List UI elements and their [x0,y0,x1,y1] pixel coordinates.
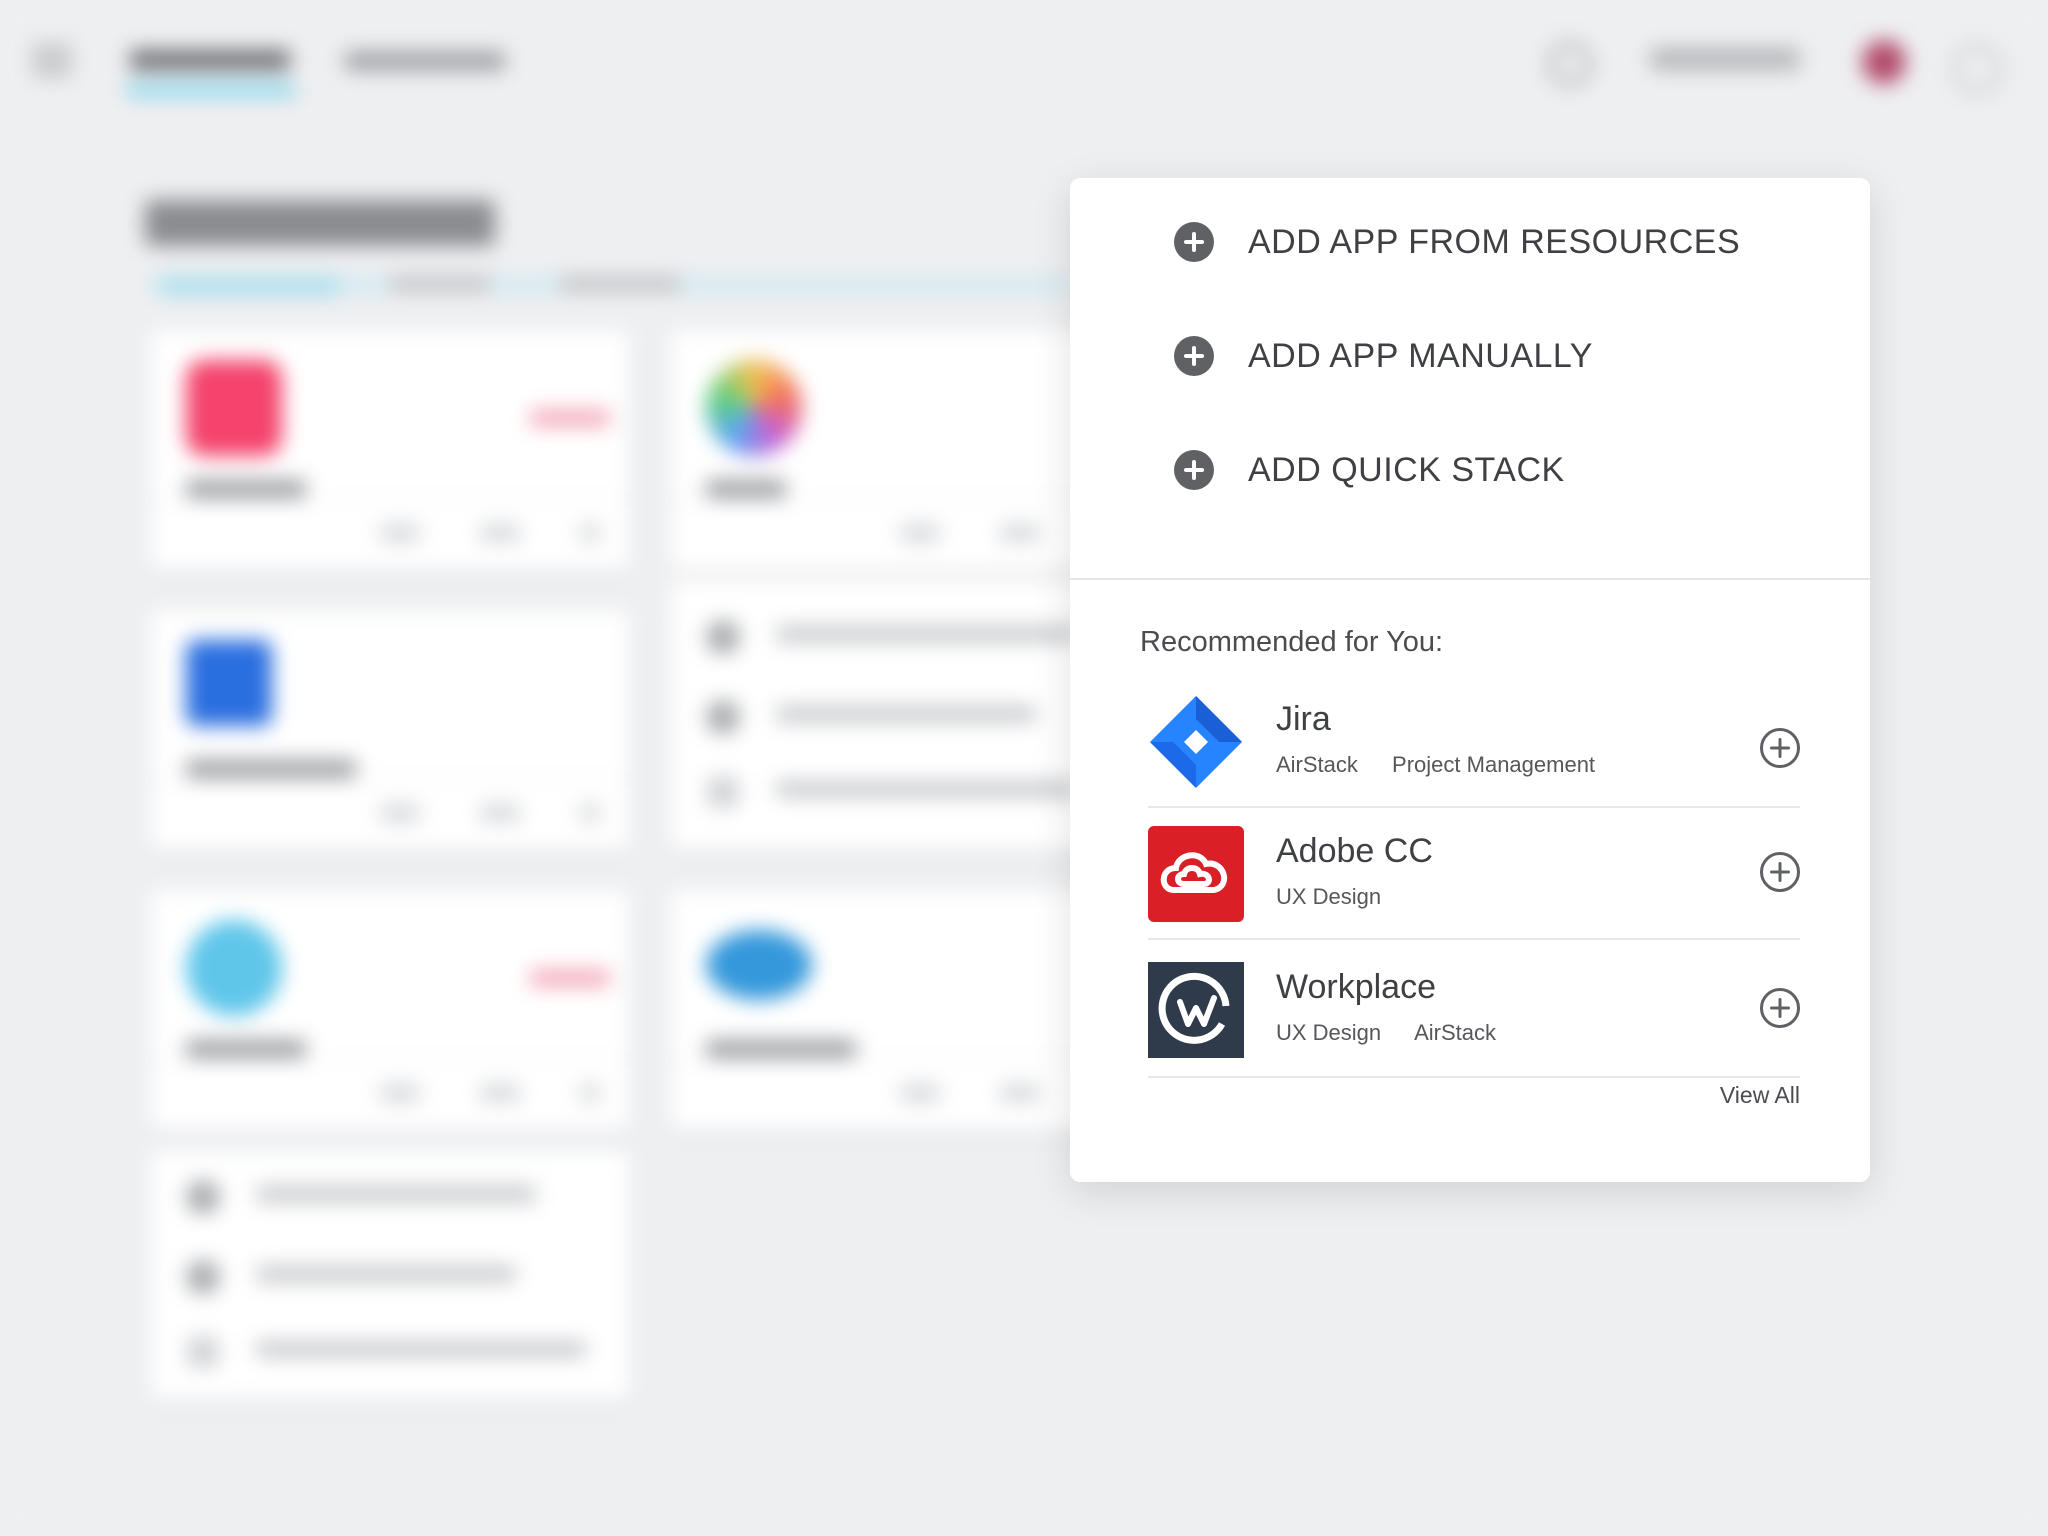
add-workplace-button[interactable] [1760,988,1800,1028]
app-card-footer [150,778,630,850]
app-card-footer [150,1058,630,1130]
app-name: Workplace [1276,968,1436,1006]
list-item [706,775,1126,809]
workplace-logo-icon [1148,962,1244,1058]
add-quick-stack-button[interactable]: ADD QUICK STACK [1174,440,1814,500]
adobe-cc-logo-icon [1148,826,1244,922]
jira-logo-icon [1148,694,1244,790]
app-card-footer [150,498,630,570]
nav-tab[interactable] [345,52,505,70]
status-badge [530,410,610,426]
add-app-manually-button[interactable]: ADD APP MANUALLY [1174,326,1814,386]
action-label: ADD APP MANUALLY [1248,336,1593,375]
avatar[interactable] [1862,40,1906,84]
action-label: ADD QUICK STACK [1248,450,1565,489]
recommended-app-workplace: Workplace UX Design AirStack [1148,962,1800,1062]
app-name: Jira [1276,700,1331,738]
page-title [145,200,495,246]
app-screen: ADD APP FROM RESOURCES ADD APP MANUALLY … [0,0,2048,1536]
app-card-name [186,760,356,778]
list-item [186,1335,606,1369]
app-card[interactable] [150,890,630,1130]
app-tags: AirStack Project Management [1276,752,1623,778]
settings-icon[interactable] [1952,44,2002,94]
app-tags: UX Design [1276,884,1409,910]
add-app-popover: ADD APP FROM RESOURCES ADD APP MANUALLY … [1070,178,1870,1182]
top-action-button[interactable] [1650,48,1800,70]
app-card[interactable] [150,610,630,850]
app-card-name [186,1040,306,1058]
app-card-name [706,480,786,498]
app-logo-icon [186,920,282,1016]
app-logo-icon [186,640,272,726]
tag: AirStack [1276,752,1358,777]
add-app-from-resources-button[interactable]: ADD APP FROM RESOURCES [1174,212,1814,272]
nav-tab-active[interactable] [130,50,290,70]
divider [1070,578,1870,580]
app-card[interactable] [150,1150,630,1400]
list-item [186,1260,606,1294]
divider [1148,806,1800,808]
tab[interactable] [560,276,680,292]
status-badge [530,970,610,986]
top-bar [0,0,2048,120]
tag: Project Management [1392,752,1596,777]
tab[interactable] [390,276,490,292]
recommended-app-jira: Jira AirStack Project Management [1148,690,1800,798]
tag: AirStack [1414,1020,1496,1045]
nav-tab-underline [126,84,296,96]
search-icon[interactable] [1548,42,1592,86]
app-logo-icon [706,360,802,456]
list-item [706,700,1126,734]
recommended-app-adobe-cc: Adobe CC UX Design [1148,826,1800,926]
menu-icon[interactable] [32,46,72,75]
app-logo-icon [706,930,812,1000]
tab-active[interactable] [160,276,340,296]
plus-circle-icon [1174,450,1214,490]
divider [1148,938,1800,940]
app-tags: UX Design AirStack [1276,1020,1524,1046]
add-jira-button[interactable] [1760,728,1800,768]
plus-circle-icon [1174,336,1214,376]
list-item [706,620,1126,654]
action-label: ADD APP FROM RESOURCES [1248,222,1741,261]
plus-circle-icon [1174,222,1214,262]
app-logo-icon [186,360,282,456]
view-all-link[interactable]: View All [1720,1082,1800,1109]
divider [1148,1076,1800,1078]
app-card[interactable] [150,330,630,570]
app-card-name [706,1040,856,1058]
app-name: Adobe CC [1276,832,1433,870]
add-adobe-cc-button[interactable] [1760,852,1800,892]
tag: UX Design [1276,1020,1382,1045]
app-card-name [186,480,306,498]
tag: UX Design [1276,884,1382,909]
list-item [186,1180,606,1214]
recommended-heading: Recommended for You: [1140,626,1444,658]
